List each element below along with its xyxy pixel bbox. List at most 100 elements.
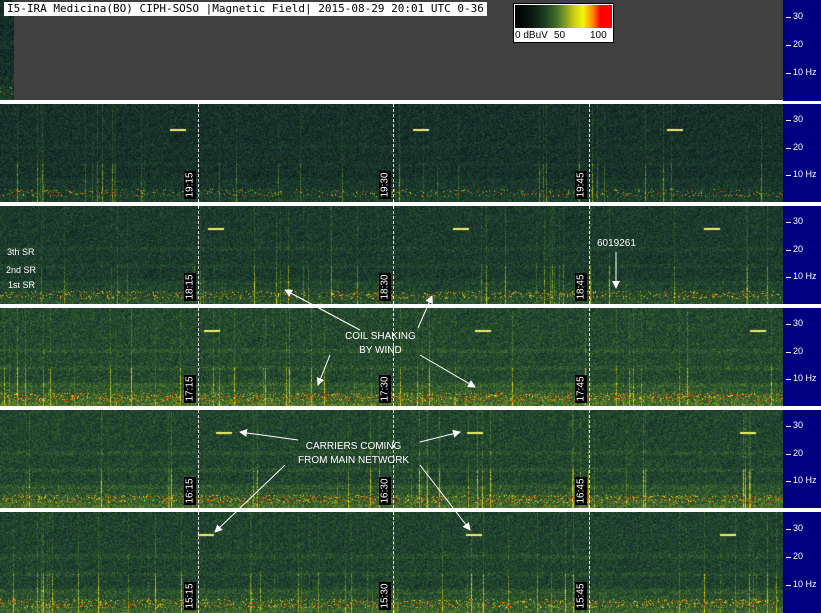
axis-tick [786, 222, 791, 223]
axis-tick-label: 20 [793, 39, 804, 49]
coil-annotation: COIL SHAKING BY WIND [345, 331, 416, 356]
time-gridline [198, 104, 199, 202]
time-label-text: 18:45 [575, 274, 587, 300]
spectrogram-strip: 15:15 15:30 15:45 [0, 512, 783, 613]
axis-tick [786, 379, 791, 380]
time-gridline [589, 308, 590, 406]
axis-tick-label: 10 Hz [793, 271, 817, 281]
time-label-text: 17:30 [379, 376, 391, 402]
time-label: 15:30 [379, 582, 391, 610]
time-label-text: 19:30 [379, 172, 391, 198]
time-label: 15:45 [575, 582, 587, 610]
axis-tick-label: 10 Hz [793, 67, 817, 77]
axis-tick-label: 30 [793, 11, 804, 21]
time-label-text: 16:45 [575, 478, 587, 504]
time-gridline [589, 512, 590, 613]
axis-tick [786, 585, 791, 586]
time-label-text: 19:15 [184, 172, 196, 198]
time-gridline [198, 206, 199, 304]
time-gridline [198, 512, 199, 613]
time-label: 16:30 [379, 477, 391, 505]
sr1-label: 1st SR [8, 280, 36, 290]
time-label-text: 17:15 [184, 376, 196, 402]
axis-tick-label: 30 [793, 318, 804, 328]
axis-tick [786, 352, 791, 353]
axis-tick-label: 30 [793, 420, 804, 430]
axis-tick [786, 250, 791, 251]
frequency-axis: 30 20 10 Hz [783, 512, 821, 613]
axis-tick-label: 20 [793, 448, 804, 458]
time-label: 18:15 [184, 273, 196, 301]
time-gridline [589, 410, 590, 508]
time-label: 17:30 [379, 375, 391, 403]
axis-tick-label: 20 [793, 142, 804, 152]
time-label: 16:45 [575, 477, 587, 505]
time-label-text: 19:45 [575, 172, 587, 198]
spectrogram-image [0, 206, 783, 304]
time-label: 19:30 [379, 171, 391, 199]
spectrogram-strip: 19:15 19:30 19:45 [0, 104, 783, 202]
axis-tick [786, 426, 791, 427]
colorbar-gradient [515, 5, 612, 28]
carriers-annotation: CARRIERS COMING FROM MAIN NETWORK [298, 441, 410, 466]
time-gridline [589, 104, 590, 202]
axis-tick [786, 17, 791, 18]
axis-tick-label: 20 [793, 346, 804, 356]
axis-tick-label: 20 [793, 551, 804, 561]
time-label-text: 15:30 [379, 583, 391, 609]
time-label: 19:15 [184, 171, 196, 199]
time-label: 18:45 [575, 273, 587, 301]
time-label-text: 15:15 [184, 583, 196, 609]
colorbar-legend: 0 dBuV 50 100 [513, 3, 614, 43]
colorbar-mid-label: 50 [554, 30, 566, 41]
axis-tick-label: 30 [793, 216, 804, 226]
time-label-text: 16:30 [379, 478, 391, 504]
axis-tick-label: 10 Hz [793, 373, 817, 383]
frequency-axis: 30 20 10 Hz [783, 104, 821, 202]
frequency-axis: 30 20 10 Hz [783, 410, 821, 508]
spectrogram-strip: 18:15 18:30 18:45 [0, 206, 783, 304]
axis-tick [786, 120, 791, 121]
time-label-text: 16:15 [184, 478, 196, 504]
sr3-label: 3th SR [7, 247, 35, 257]
time-label-text: 17:45 [575, 376, 587, 402]
axis-tick [786, 148, 791, 149]
time-gridline [198, 308, 199, 406]
id-annotation: 6019261 [597, 238, 636, 249]
time-gridline [393, 512, 394, 613]
spectrogram-image [0, 104, 783, 202]
axis-tick-label: 10 Hz [793, 169, 817, 179]
axis-tick [786, 529, 791, 530]
axis-tick [786, 557, 791, 558]
time-gridline [589, 206, 590, 304]
time-label-text: 15:45 [575, 583, 587, 609]
time-label: 16:15 [184, 477, 196, 505]
axis-tick [786, 277, 791, 278]
colorbar-max-label: 100 [590, 30, 607, 41]
time-gridline [393, 206, 394, 304]
sr2-label: 2nd SR [6, 265, 37, 275]
axis-tick [786, 175, 791, 176]
chart-title: I5-IRA Medicina(BO) CIPH-SOSO |Magnetic … [4, 2, 487, 16]
axis-tick [786, 45, 791, 46]
colorbar-min-label: 0 dBuV [515, 30, 548, 41]
frequency-axis: 30 20 10 Hz [783, 308, 821, 406]
time-label: 17:45 [575, 375, 587, 403]
header-panel: I5-IRA Medicina(BO) CIPH-SOSO |Magnetic … [0, 0, 783, 101]
axis-tick-label: 10 Hz [793, 579, 817, 589]
time-label: 18:30 [379, 273, 391, 301]
time-gridline [198, 410, 199, 508]
time-label-text: 18:15 [184, 274, 196, 300]
time-label: 15:15 [184, 582, 196, 610]
time-label: 17:15 [184, 375, 196, 403]
axis-tick-label: 20 [793, 244, 804, 254]
axis-tick-label: 10 Hz [793, 475, 817, 485]
axis-tick-label: 30 [793, 114, 804, 124]
spectrogram-image [0, 512, 783, 613]
axis-tick [786, 73, 791, 74]
time-label-text: 18:30 [379, 274, 391, 300]
axis-tick [786, 324, 791, 325]
axis-tick [786, 481, 791, 482]
axis-tick-label: 30 [793, 523, 804, 533]
time-label: 19:45 [575, 171, 587, 199]
